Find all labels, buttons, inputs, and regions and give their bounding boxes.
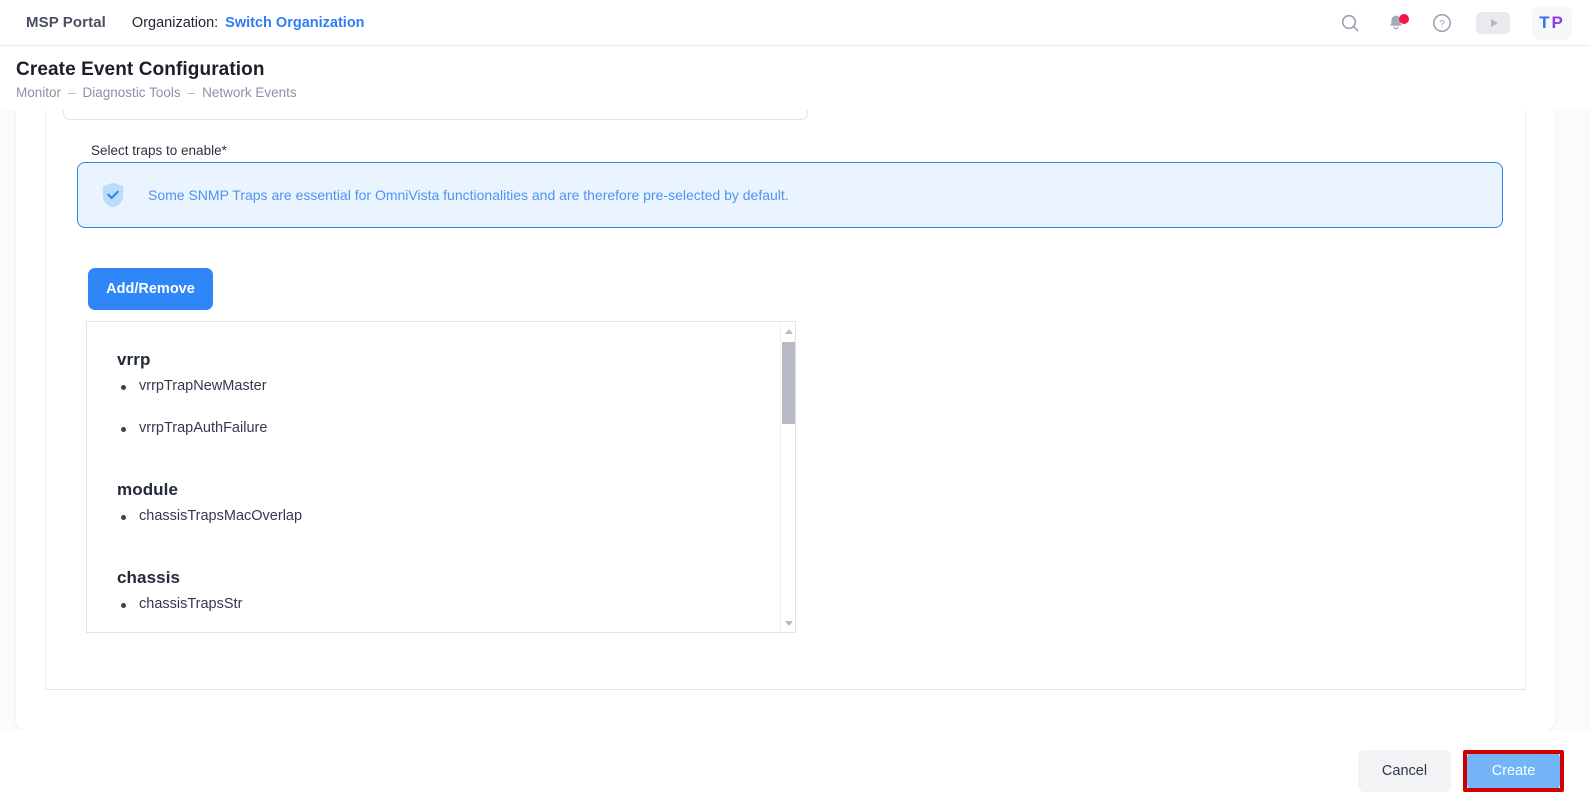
form-footer: Cancel Create	[0, 730, 1590, 811]
page-body: Select traps to enable* Some SNMP Traps …	[0, 110, 1590, 730]
topbar-actions: ? TP	[1338, 5, 1572, 40]
info-banner-message: Some SNMP Traps are essential for OmniVi…	[148, 187, 789, 203]
create-button[interactable]: Create	[1467, 750, 1560, 791]
create-button-wrapper: Create	[1461, 748, 1566, 794]
shield-check-icon	[100, 181, 126, 209]
scrollbar-thumb[interactable]	[782, 342, 795, 424]
trap-group-title-chassis: chassis	[117, 568, 181, 587]
list-item[interactable]: chassisTrapsMacOverlap	[117, 508, 770, 524]
breadcrumb-item-monitor[interactable]: Monitor	[16, 85, 61, 100]
breadcrumb-item-network-events[interactable]: Network Events	[202, 85, 297, 100]
organization-selector: Organization: Switch Organization	[132, 15, 365, 31]
breadcrumb: Monitor – Diagnostic Tools – Network Eve…	[16, 85, 1590, 100]
avatar-initial-second: P	[1551, 12, 1565, 32]
triangle-up-icon	[784, 328, 793, 334]
breadcrumb-separator: –	[187, 85, 196, 100]
breadcrumb-item-diagnostic-tools[interactable]: Diagnostic Tools	[83, 85, 181, 100]
play-icon[interactable]	[1476, 11, 1510, 34]
list-item[interactable]: vrrpTrapNewMaster	[117, 378, 770, 394]
msp-portal-link[interactable]: MSP Portal	[26, 14, 106, 31]
form-card-inner: Select traps to enable* Some SNMP Traps …	[45, 110, 1526, 690]
bell-icon[interactable]	[1384, 11, 1409, 35]
add-remove-button[interactable]: Add/Remove	[88, 268, 213, 310]
trap-group-list-chassis: chassisTrapsStr	[117, 596, 770, 612]
info-banner: Some SNMP Traps are essential for OmniVi…	[77, 162, 1503, 228]
scroll-down-arrow-icon[interactable]	[781, 616, 795, 630]
notification-badge	[1399, 13, 1409, 24]
switch-organization-link[interactable]: Switch Organization	[225, 15, 364, 31]
play-triangle-icon	[1490, 18, 1498, 27]
triangle-down-icon	[784, 620, 793, 626]
list-item[interactable]: chassisTrapsStr	[117, 596, 770, 612]
trap-list-content: vrrp vrrpTrapNewMaster vrrpTrapAuthFailu…	[87, 322, 770, 632]
trap-group-list-vrrp: vrrpTrapNewMaster vrrpTrapAuthFailure	[117, 378, 770, 436]
organization-label: Organization:	[131, 14, 219, 31]
help-circle-icon[interactable]: ?	[1430, 11, 1454, 35]
trap-group-title-vrrp: vrrp	[117, 350, 151, 369]
trap-group-list-module: chassisTrapsMacOverlap	[117, 508, 770, 524]
trap-list-box: vrrp vrrpTrapNewMaster vrrpTrapAuthFailu…	[86, 321, 796, 633]
svg-text:?: ?	[1439, 18, 1445, 30]
scroll-up-arrow-icon[interactable]	[781, 324, 795, 338]
form-card: Select traps to enable* Some SNMP Traps …	[16, 110, 1555, 730]
page-header: Create Event Configuration Monitor – Dia…	[0, 46, 1590, 110]
previous-form-field-clipped[interactable]	[63, 110, 808, 120]
breadcrumb-separator: –	[68, 85, 76, 100]
avatar[interactable]: TP	[1532, 5, 1572, 40]
trap-list-scrollbar[interactable]	[780, 322, 795, 632]
trap-group-title-module: module	[117, 480, 179, 499]
cancel-button[interactable]: Cancel	[1358, 749, 1451, 792]
search-icon[interactable]	[1338, 11, 1362, 35]
select-traps-label: Select traps to enable*	[91, 143, 227, 158]
top-navigation-bar: MSP Portal Organization: Switch Organiza…	[0, 0, 1590, 46]
list-item[interactable]: vrrpTrapAuthFailure	[117, 420, 770, 436]
page-title: Create Event Configuration	[16, 59, 265, 80]
avatar-initial-first: T	[1539, 12, 1552, 32]
